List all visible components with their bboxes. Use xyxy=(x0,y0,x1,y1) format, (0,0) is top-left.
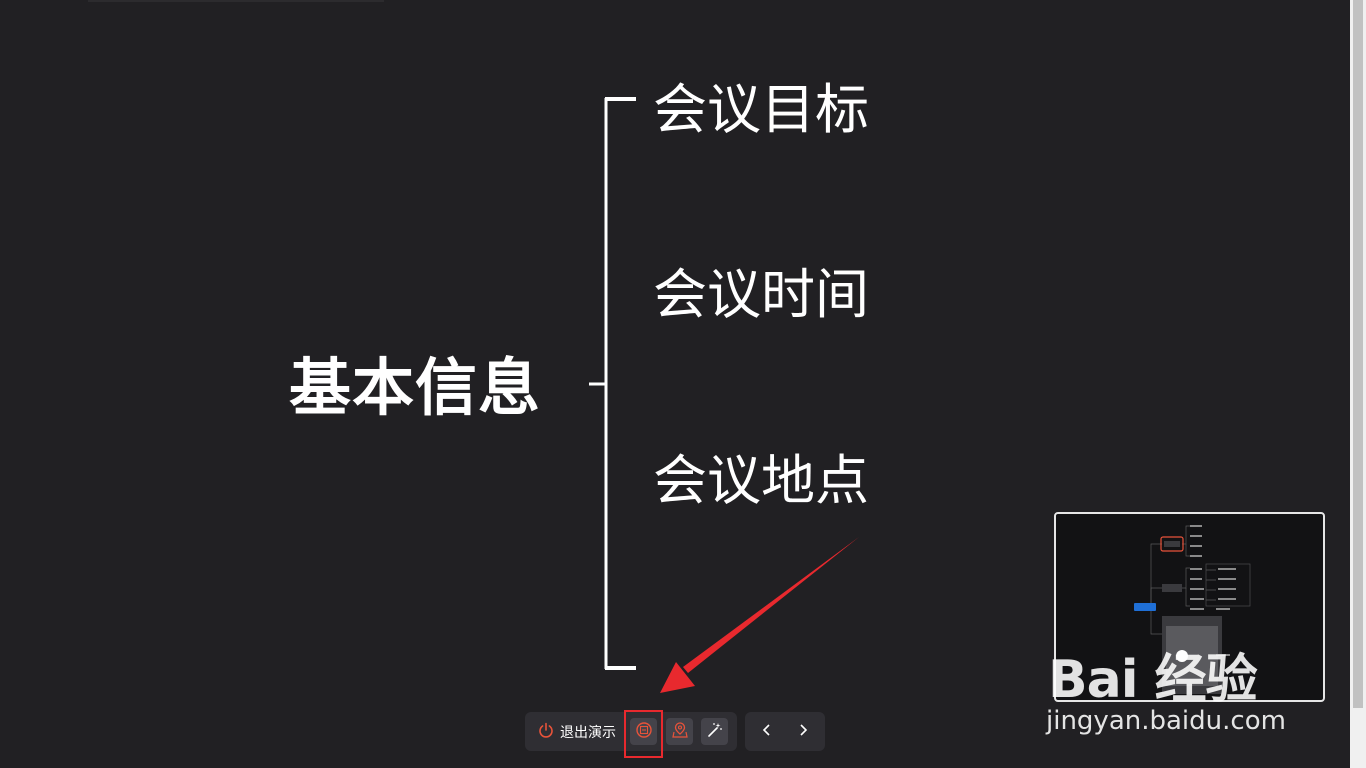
vertical-scrollbar[interactable] xyxy=(1350,0,1366,768)
exit-presentation-label: 退出演示 xyxy=(560,725,616,741)
root-topic[interactable]: 基本信息 xyxy=(289,350,541,426)
annotation-highlight-box xyxy=(624,710,663,758)
previous-slide-button[interactable] xyxy=(753,718,780,745)
subtopic-2[interactable]: 会议时间 xyxy=(653,263,869,327)
chevron-right-icon xyxy=(796,722,810,741)
power-icon xyxy=(538,722,554,742)
subtopic-1[interactable]: 会议目标 xyxy=(653,78,869,142)
subtopic-3[interactable]: 会议地点 xyxy=(653,449,869,513)
magic-wand-tool-button[interactable] xyxy=(701,718,728,745)
next-slide-button[interactable] xyxy=(789,718,816,745)
baidu-jingyan-watermark-logo: Bai 经验 xyxy=(1048,650,1258,710)
exit-presentation-button[interactable]: 退出演示 xyxy=(538,721,616,743)
scrollbar-thumb[interactable] xyxy=(1353,0,1363,708)
baidu-jingyan-watermark-url: jingyan.baidu.com xyxy=(1046,706,1286,736)
map-pin-icon xyxy=(671,721,689,743)
magic-wand-icon xyxy=(706,721,724,743)
chevron-left-icon xyxy=(760,722,774,741)
map-pin-tool-button[interactable] xyxy=(666,718,693,745)
presentation-canvas: 基本信息 会议目标 会议时间 会议地点 退出演示 Bai 经验 jingyan.… xyxy=(0,0,1350,768)
